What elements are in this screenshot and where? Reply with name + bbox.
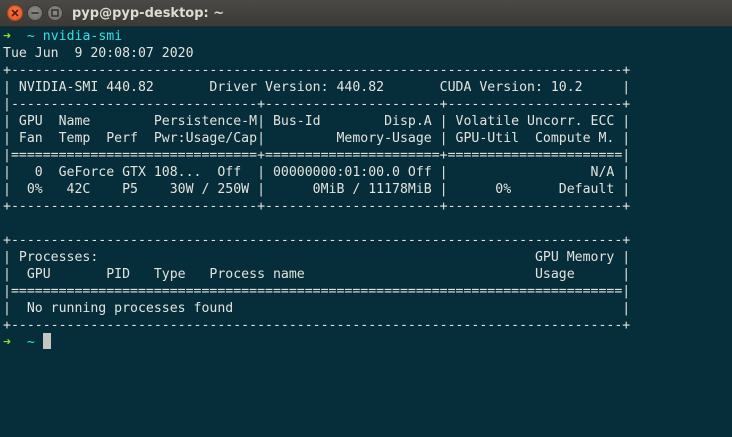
output-line: |===============================+=======…	[3, 148, 631, 163]
terminal-window: pyp@pyp-desktop: ~ ➜ ~ nvidia-smi Tue Ju…	[0, 0, 732, 437]
output-line: |-------------------------------+-------…	[3, 97, 631, 112]
output-line: | Processes: GPU Memory |	[3, 250, 631, 265]
prompt-arrow-icon: ➜	[3, 335, 11, 350]
output-line: +---------------------------------------…	[3, 63, 631, 78]
prompt-line[interactable]: ➜ ~	[3, 333, 51, 350]
output-line: | No running processes found |	[3, 301, 631, 316]
maximize-button[interactable]	[47, 5, 63, 21]
prompt-cwd: ~	[26, 335, 35, 350]
output-line: +-------------------------------+-------…	[3, 199, 631, 214]
output-line: | NVIDIA-SMI 440.82 Driver Version: 440.…	[3, 80, 631, 95]
output-line: | 0% 42C P5 30W / 250W | 0MiB / 11178MiB…	[3, 182, 631, 197]
output-line: +---------------------------------------…	[3, 318, 631, 333]
maximize-icon	[51, 9, 59, 17]
close-button[interactable]	[7, 5, 23, 21]
output-line: | GPU PID Type Process name Usage |	[3, 267, 631, 282]
close-icon	[11, 9, 19, 17]
output-line: | Fan Temp Perf Pwr:Usage/Cap| Memory-Us…	[3, 131, 631, 146]
minimize-button[interactable]	[27, 5, 43, 21]
prompt-arrow-icon: ➜	[3, 29, 11, 44]
command-text: nvidia-smi	[42, 29, 123, 44]
minimize-icon	[31, 12, 39, 14]
output-line: | 0 GeForce GTX 108... Off | 00000000:01…	[3, 165, 631, 180]
title-bar: pyp@pyp-desktop: ~	[0, 0, 732, 27]
command-line: ➜ ~ nvidia-smi	[3, 28, 122, 45]
output-line: |=======================================…	[3, 284, 631, 299]
prompt-cwd: ~	[26, 29, 35, 44]
window-title: pyp@pyp-desktop: ~	[72, 6, 225, 21]
output-line: Tue Jun 9 20:08:07 2020	[3, 46, 194, 61]
output-line: +---------------------------------------…	[3, 233, 631, 248]
output-line: | GPU Name Persistence-M| Bus-Id Disp.A …	[3, 114, 631, 129]
text-cursor	[42, 333, 51, 349]
terminal-output[interactable]: ➜ ~ nvidia-smi Tue Jun 9 20:08:07 2020 +…	[3, 27, 732, 437]
